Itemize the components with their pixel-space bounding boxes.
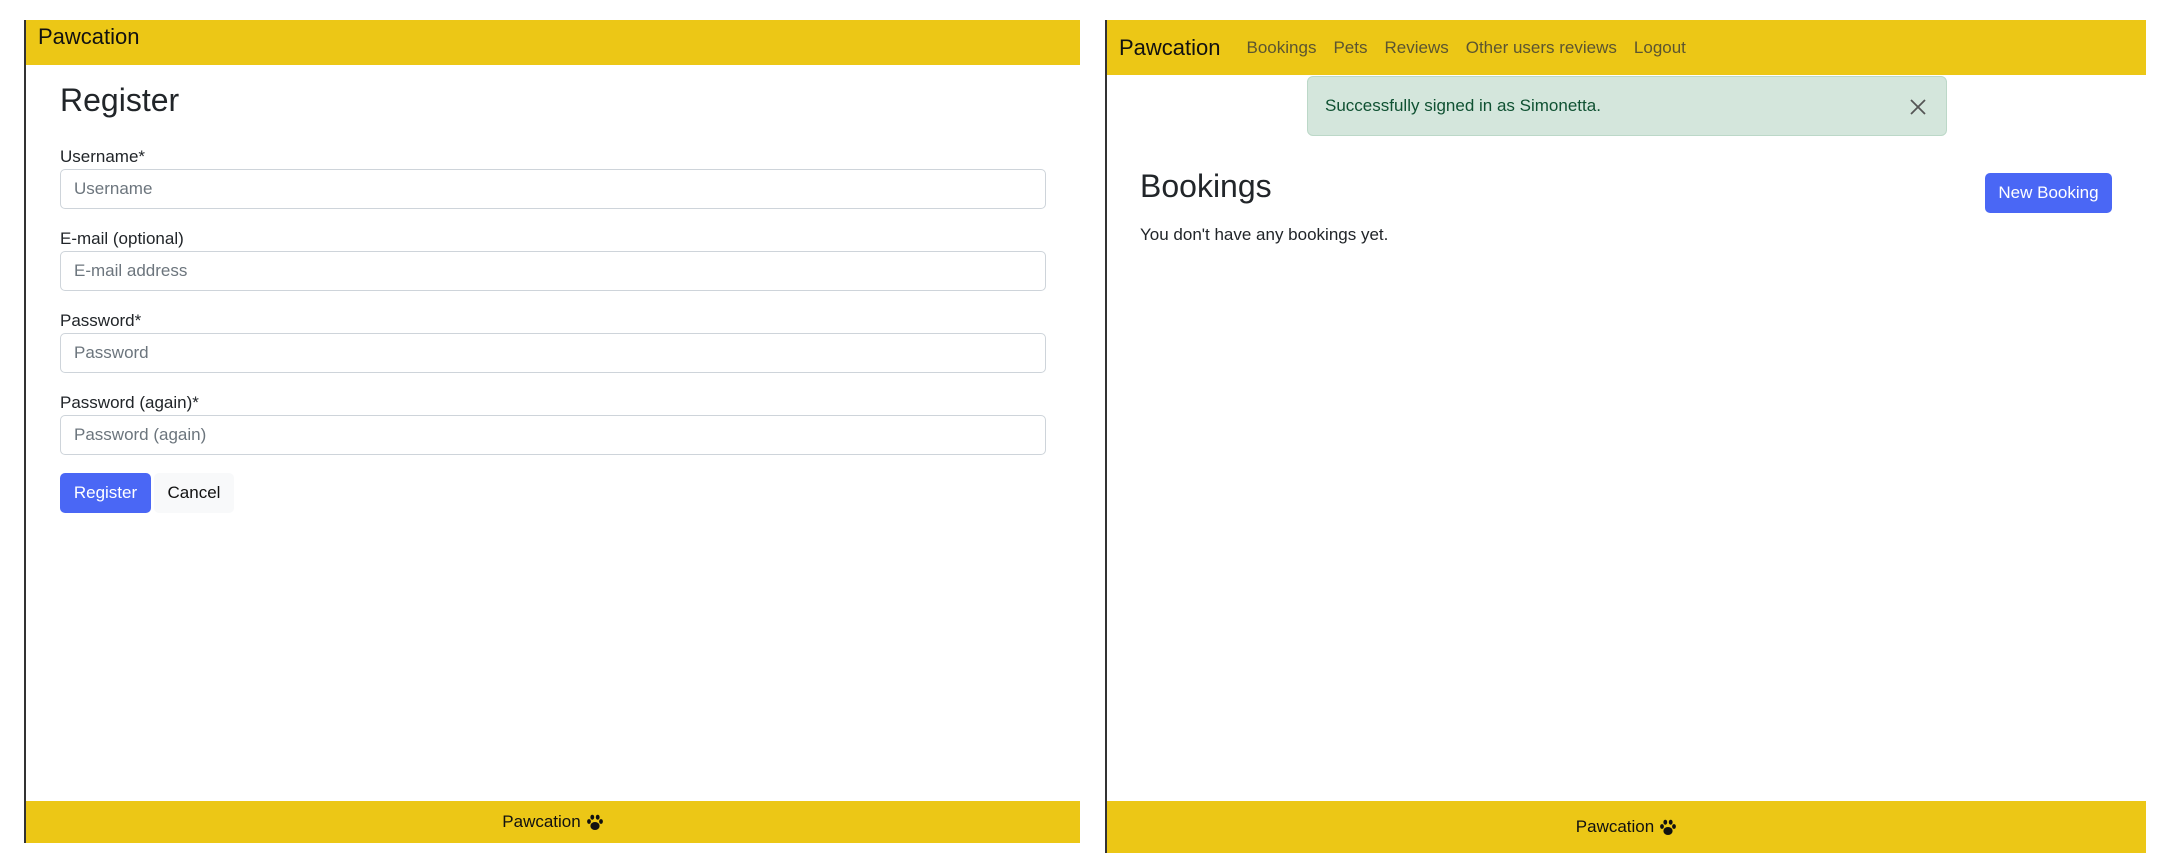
username-label: Username* (60, 147, 146, 166)
navbar: Pawcation Bookings Pets Reviews Other us… (1107, 20, 2146, 75)
footer: Pawcation (1107, 801, 2146, 853)
close-icon[interactable] (1908, 97, 1928, 117)
page-title: Register (60, 82, 180, 118)
register-screen: Pawcation Register Username* E-mail (opt… (24, 20, 1080, 843)
bookings-screen: Pawcation Bookings Pets Reviews Other us… (1105, 20, 2146, 853)
navbar-brand[interactable]: Pawcation (1119, 35, 1221, 61)
register-button[interactable]: Register (60, 473, 151, 513)
password-again-label: Password (again)* (60, 393, 199, 412)
empty-bookings-message: You don't have any bookings yet. (1140, 225, 1389, 244)
password-input[interactable] (60, 333, 1046, 373)
footer: Pawcation (26, 801, 1080, 843)
navbar-brand[interactable]: Pawcation (38, 24, 140, 50)
cancel-button[interactable]: Cancel (154, 473, 234, 513)
nav-links: Bookings Pets Reviews Other users review… (1247, 38, 1703, 58)
nav-link-reviews[interactable]: Reviews (1384, 38, 1448, 58)
email-label: E-mail (optional) (60, 229, 184, 248)
nav-link-bookings[interactable]: Bookings (1247, 38, 1317, 58)
navbar: Pawcation (26, 20, 1080, 65)
nav-link-logout[interactable]: Logout (1634, 38, 1686, 58)
paw-icon (1659, 819, 1677, 836)
password-again-input[interactable] (60, 415, 1046, 455)
alert-text: Successfully signed in as Simonetta. (1325, 96, 1601, 115)
password-label: Password* (60, 311, 142, 330)
page-title: Bookings (1140, 168, 1272, 204)
footer-text: Pawcation (1575, 817, 1655, 836)
nav-link-other-users-reviews[interactable]: Other users reviews (1466, 38, 1617, 58)
nav-link-pets[interactable]: Pets (1333, 38, 1367, 58)
email-input[interactable] (60, 251, 1046, 291)
username-input[interactable] (60, 169, 1046, 209)
paw-icon (586, 814, 604, 831)
new-booking-button[interactable]: New Booking (1985, 173, 2112, 213)
success-alert: Successfully signed in as Simonetta. (1307, 76, 1947, 136)
footer-text: Pawcation (502, 812, 581, 831)
